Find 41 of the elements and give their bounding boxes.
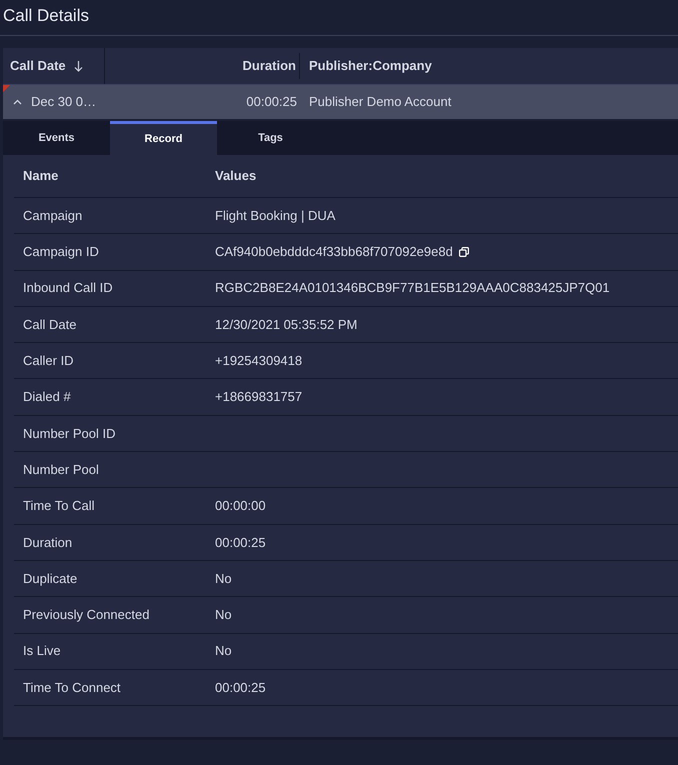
field-name: Inbound Call ID xyxy=(22,279,114,298)
column-header: Name xyxy=(22,167,60,186)
column-header[interactable]: Duration xyxy=(105,53,300,79)
page-title: Call Details xyxy=(3,5,89,27)
field-name: Campaign ID xyxy=(22,243,100,262)
field-name: Dialed # xyxy=(22,388,72,406)
column-header[interactable]: Publisher:Company xyxy=(300,48,432,84)
table-cell-text: Dec 30 0… xyxy=(31,93,96,112)
field-value: Flight Booking | DUA xyxy=(215,206,336,225)
field-name: Duplicate xyxy=(22,570,78,588)
field-name: Is Live xyxy=(22,642,62,660)
tab[interactable]: Record xyxy=(110,121,217,155)
column-header[interactable]: Call Date xyxy=(3,48,105,84)
field-value: +18669831757 xyxy=(215,388,302,406)
field-name: Campaign xyxy=(22,206,84,225)
tab[interactable]: Events xyxy=(3,121,110,155)
field-value: 00:00:25 xyxy=(215,678,266,697)
field-value: 00:00:00 xyxy=(215,497,266,516)
field-name: Duration xyxy=(22,534,74,552)
table-cell: Publisher Demo Account xyxy=(309,94,452,110)
copy-icon[interactable] xyxy=(458,246,469,257)
field-value: No xyxy=(215,570,232,588)
collapse-icon[interactable] xyxy=(13,99,22,105)
field-value: No xyxy=(215,642,232,660)
tab[interactable]: Tags xyxy=(217,121,324,155)
table-cell: 00:00:25 xyxy=(246,94,297,110)
field-name: Time To Connect xyxy=(22,678,122,697)
field-value: No xyxy=(215,606,232,624)
field-value: CAf940b0ebdddc4f33bb68f707092e9e8d xyxy=(215,243,453,262)
field-name: Number Pool ID xyxy=(22,424,116,443)
field-name: Previously Connected xyxy=(22,606,150,624)
field-value: 00:00:25 xyxy=(215,534,266,552)
field-value: RGBC2B8E24A0101346BCB9F77B1E5B129AAA0C883425JP7Q01 xyxy=(215,279,610,298)
field-name: Number Pool xyxy=(22,460,100,479)
table-row[interactable]: Dec 30 0… 00:00:25 Publisher Demo Account xyxy=(3,85,678,119)
field-name: Call Date xyxy=(22,316,78,334)
column-header: Values xyxy=(215,167,256,186)
field-value: 12/30/2021 05:35:52 PM xyxy=(215,316,358,334)
field-name: Caller ID xyxy=(22,352,75,370)
field-value: +19254309418 xyxy=(215,352,302,370)
field-name: Time To Call xyxy=(22,497,96,516)
